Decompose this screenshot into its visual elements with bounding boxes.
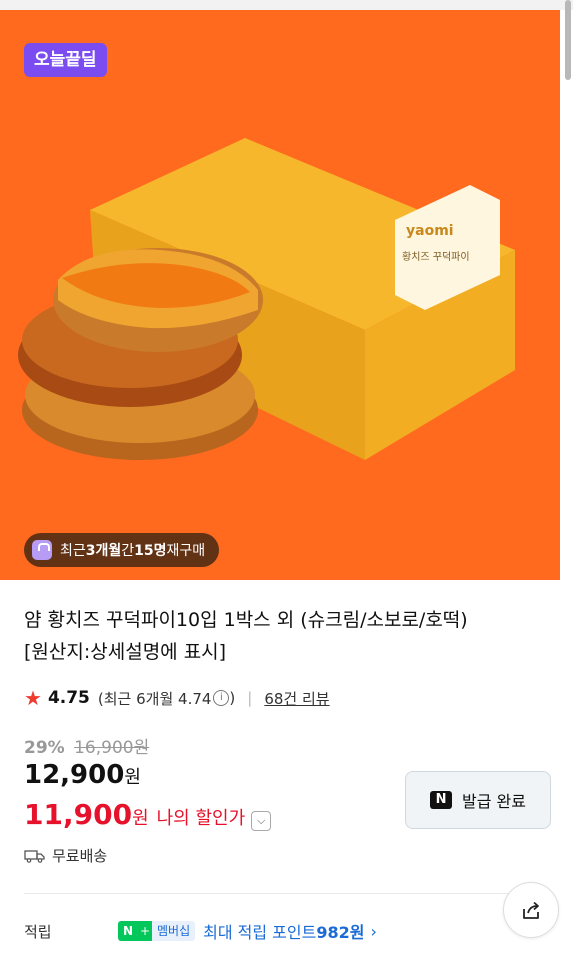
plus-badge: + (138, 921, 152, 941)
product-title-line1: 얌 황치즈 꾸덕파이10입 1박스 외 (슈크림/소보로/호떡) (24, 609, 468, 631)
divider-bar: | (247, 689, 253, 707)
rating-recent: (최근 6개월 4.74 (97, 689, 212, 708)
sale-price-unit: 원 (124, 767, 141, 788)
reviews-link[interactable]: 68건 리뷰 (264, 688, 329, 709)
share-icon (523, 901, 539, 919)
product-image[interactable]: yaomi 황치즈 꾸덕파이 오늘끝딜 최근 3개월 간 15명 재구매 (0, 10, 560, 580)
top-strip (0, 0, 573, 10)
my-price-label: 나의 할인가 (156, 808, 246, 829)
repurchase-count: 15명 (134, 543, 167, 559)
repurchase-suffix: 재구매 (166, 543, 206, 559)
sale-price-value: 12,900 (24, 760, 125, 790)
repurchase-badge: 최근 3개월 간 15명 재구매 (24, 533, 220, 567)
star-icon: ★ (24, 686, 42, 710)
rating-row: ★ 4.75 (최근 6개월 4.74 i ) | 68건 리뷰 (24, 686, 330, 710)
deal-badge: 오늘끝딜 (24, 43, 107, 77)
product-illustration: yaomi 황치즈 꾸덕파이 (18, 138, 515, 460)
box-brand-text: yaomi (406, 223, 454, 239)
truck-icon (24, 849, 45, 863)
points-link[interactable]: N + 멤버십 최대 적립 포인트 982원 › (118, 919, 377, 943)
membership-badge: 멤버십 (152, 921, 196, 941)
discount-row: 29% 16,900원 (24, 733, 149, 758)
product-title: 얌 황치즈 꾸덕파이10입 1박스 외 (슈크림/소보로/호떡) [원산지:상세… (24, 604, 554, 668)
shipping-label: 무료배송 (52, 847, 108, 865)
my-discount-price[interactable]: 11,900 원 나의 할인가 ⌵ (24, 798, 272, 831)
box-product-text: 황치즈 꾸덕파이 (402, 251, 470, 263)
chevron-down-icon[interactable]: ⌵ (251, 811, 272, 831)
discount-percent: 29% (24, 738, 65, 758)
original-price: 16,900원 (74, 738, 150, 758)
shipping-info: 무료배송 (24, 845, 107, 866)
rating-score: 4.75 (47, 688, 90, 708)
info-icon[interactable]: i (213, 690, 230, 706)
my-price-value: 11,900 (24, 798, 133, 831)
naver-n-icon: N (430, 791, 453, 809)
shopping-bag-icon (32, 540, 52, 560)
share-button[interactable] (503, 882, 559, 938)
points-text: 최대 적립 포인트 (203, 923, 317, 942)
naver-membership-badge: N + 멤버십 (118, 921, 196, 941)
naver-n-badge: N (118, 921, 138, 941)
coupon-label: 발급 완료 (462, 792, 526, 811)
my-price-unit: 원 (132, 808, 149, 829)
sale-price: 12,900원 (24, 760, 141, 790)
coupon-issued-button[interactable]: N 발급 완료 (405, 771, 551, 829)
chevron-right-icon: › (370, 921, 377, 941)
points-label: 적립 (24, 923, 52, 941)
scrollbar[interactable] (565, 0, 571, 80)
repurchase-period: 3개월 (85, 543, 122, 559)
repurchase-prefix: 최근 (60, 543, 86, 559)
points-amount: 982원 (316, 923, 365, 942)
rating-recent-close: ) (229, 689, 236, 707)
product-title-line2: [원산지:상세설명에 표시] (24, 641, 227, 663)
section-divider (24, 893, 540, 894)
repurchase-mid: 간 (121, 543, 135, 559)
